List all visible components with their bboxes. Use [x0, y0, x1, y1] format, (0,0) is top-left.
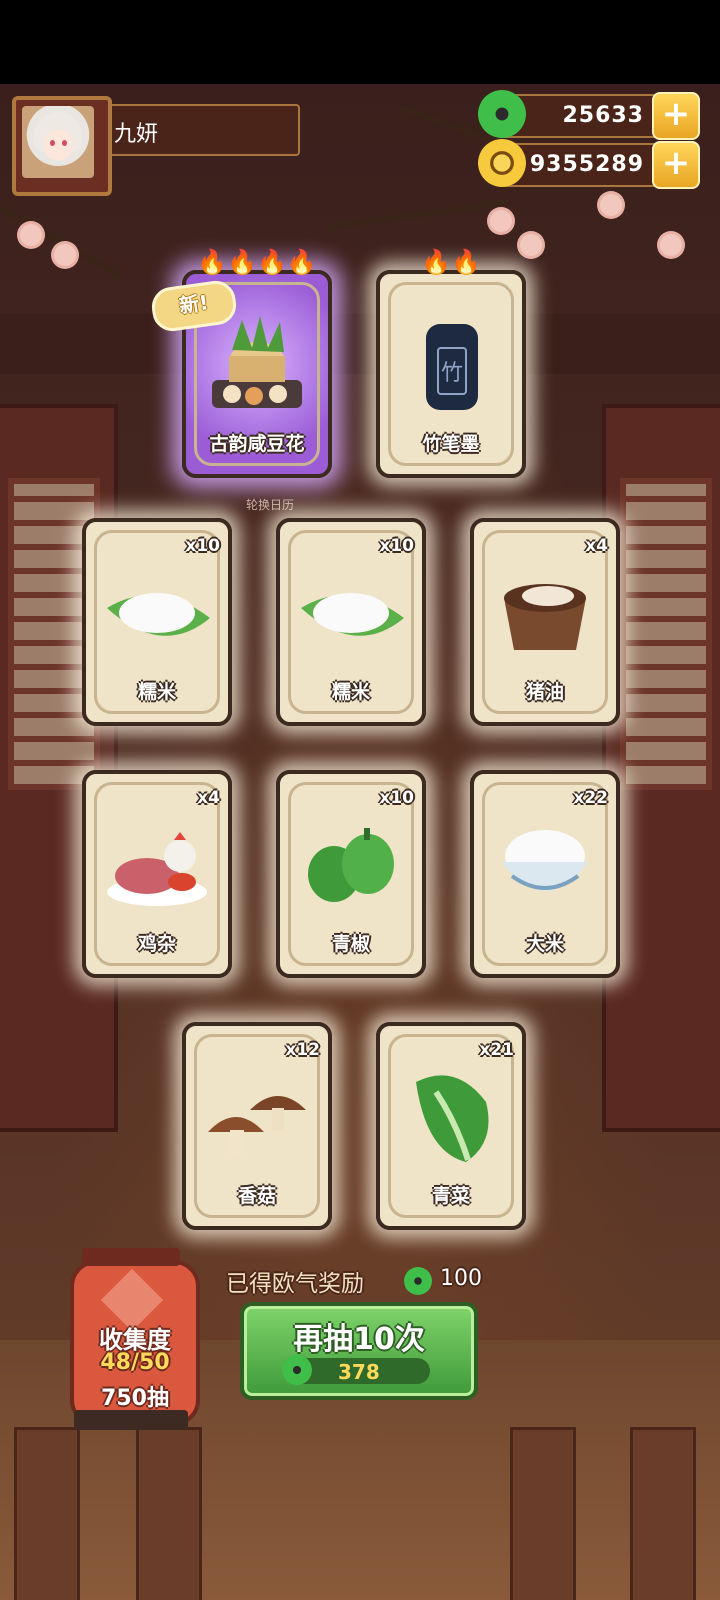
card-quantity: x21 [479, 1040, 514, 1060]
glutinous-rice-icon [107, 593, 210, 636]
calendar-sign: 轮换日历 [246, 498, 295, 512]
reward-card[interactable]: x10 青椒 [276, 770, 426, 978]
blossom-flower [600, 194, 622, 216]
card-quantity: x4 [197, 788, 220, 808]
jade-icon [282, 1355, 312, 1385]
card-label: 猪油 [525, 681, 564, 703]
green-pepper-icon [308, 828, 394, 902]
card-label: 青菜 [431, 1185, 470, 1207]
add-jade-button[interactable]: + [652, 92, 700, 140]
rice-bowl-icon [502, 830, 588, 891]
card-label: 糯米 [331, 681, 370, 703]
blossom-branch [329, 198, 509, 230]
flame-icons: 🔥🔥🔥🔥 [197, 248, 317, 276]
blossom-branch [0, 204, 123, 280]
card-quantity: x22 [573, 788, 608, 808]
flame-icons: 🔥🔥 [421, 248, 481, 276]
card-label: 鸡杂 [137, 933, 176, 955]
card-label: 竹笔墨 [422, 433, 480, 455]
lantern-base [74, 1410, 188, 1430]
mushroom-icon [208, 1096, 306, 1156]
collection-progress: 48/50 [100, 1350, 170, 1375]
fence-post [14, 1427, 80, 1600]
glutinous-rice-icon [301, 593, 404, 636]
reward-card[interactable]: x10 糯米 [82, 518, 232, 726]
card-quantity: x10 [379, 536, 414, 556]
plus-icon: + [661, 143, 691, 183]
blossom-flower [20, 224, 42, 246]
left-door [0, 404, 118, 1132]
chicken-giblets-icon [107, 832, 207, 906]
card-quantity: x10 [379, 788, 414, 808]
card-label: 大米 [525, 933, 564, 955]
card-label: 糯米 [137, 681, 176, 703]
bonus-label: 已得欧气奖励 [226, 1271, 364, 1297]
reward-card-featured[interactable]: 🔥🔥 竹 竹笔墨 [376, 248, 526, 478]
draw-cost: 378 [282, 1355, 430, 1385]
avatar [22, 106, 94, 178]
card-label: 香菇 [237, 1185, 276, 1207]
tofu-pudding-icon [212, 316, 302, 408]
fence-post [510, 1427, 576, 1600]
bonus-value: 100 [440, 1266, 482, 1291]
collection-draws: 750抽 [101, 1386, 169, 1411]
coin-amount: 9355289 [529, 152, 644, 177]
card-quantity: x12 [285, 1040, 320, 1060]
blossom-flower [490, 210, 512, 232]
coin-icon [478, 139, 526, 187]
bok-choy-icon [416, 1075, 489, 1162]
blossom-flower [54, 244, 76, 266]
jade-currency: 25633 + [478, 90, 700, 140]
reward-card[interactable]: x4 鸡杂 [82, 770, 232, 978]
ink-stick-icon: 竹 [426, 324, 478, 410]
collection-lantern-button[interactable]: 收集度 48/50 750抽 [70, 1260, 200, 1426]
player-avatar-frame[interactable] [12, 96, 112, 196]
svg-text:竹: 竹 [441, 361, 463, 386]
jade-amount: 25633 [562, 103, 644, 128]
player-name: 九妍 [114, 122, 159, 147]
card-label: 青椒 [331, 933, 370, 955]
reward-card[interactable]: x12 香菇 [182, 1022, 332, 1230]
ceiling-beam [0, 314, 720, 374]
draw-again-button[interactable]: 再抽10次 378 [240, 1302, 478, 1400]
card-label: 古韵咸豆花 [209, 433, 305, 455]
add-coin-button[interactable]: + [652, 141, 700, 189]
fence-post [136, 1427, 202, 1600]
reward-card[interactable]: x21 青菜 [376, 1022, 526, 1230]
reward-card[interactable]: x10 糯米 [276, 518, 426, 726]
lard-icon [504, 584, 586, 650]
jade-icon [478, 90, 526, 138]
reward-card-featured[interactable]: 🔥🔥🔥🔥 新! 古韵咸豆花 [149, 248, 332, 478]
plus-icon: + [661, 94, 691, 134]
jade-icon [404, 1267, 432, 1295]
lantern-cap [82, 1248, 180, 1266]
fence-post [630, 1427, 696, 1600]
draw-cost-value: 378 [338, 1360, 380, 1384]
coin-currency: 9355289 + [478, 139, 700, 189]
player-name-bar: 九妍 [100, 104, 300, 156]
card-quantity: x10 [185, 536, 220, 556]
reward-card[interactable]: x22 大米 [470, 770, 620, 978]
draw-button-label: 再抽10次 [293, 1322, 425, 1357]
blossom-flower [660, 234, 682, 256]
reward-card[interactable]: x4 猪油 [470, 518, 620, 726]
card-quantity: x4 [585, 536, 608, 556]
right-door [602, 404, 720, 1132]
